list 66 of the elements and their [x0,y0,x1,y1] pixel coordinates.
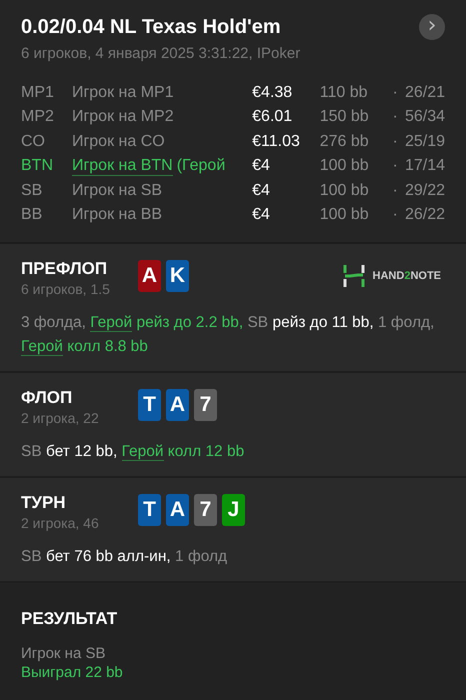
separator-dot: · [391,132,399,151]
player-stats: 26/22 [404,206,445,224]
player-link[interactable]: Игрок на BTN [72,156,173,176]
street-info: 2 игрока, 46 [21,515,100,531]
player-position: CO [21,132,46,151]
player-stats: 26/21 [404,84,445,102]
player-stack: €6.01 [252,108,294,126]
card: T [138,389,161,421]
hero-link[interactable]: Герой [21,338,63,356]
player-stats: 17/14 [404,157,445,176]
player-position: BB [21,206,44,224]
player-bb: 100 bb [320,157,370,176]
card: 7 [194,494,217,526]
player-position: MP2 [21,108,55,126]
card: A [166,494,189,526]
street-title: ПРЕФЛОП [21,259,108,279]
action-text: SB бет 76 bb алл-ин, 1 фолд [21,547,228,567]
street-title: ФЛОП [21,388,74,408]
logo-icon [342,264,365,288]
player-name: Игрок на SB [72,182,162,200]
hero-link[interactable]: Герой [90,314,132,332]
card: K [166,260,189,292]
hero-tag: (Герой [176,156,226,176]
hero-link[interactable]: Герой [122,443,164,461]
player-stats: 29/22 [404,182,445,200]
player-bb: 100 bb [320,182,370,200]
player-bb: 276 bb [320,132,370,151]
card: 7 [194,389,217,421]
player-name: Игрок на MP1 [72,84,174,102]
separator-dot: · [391,84,399,102]
result-title: РЕЗУЛЬТАТ [21,609,118,629]
player-stack: €4 [252,157,271,176]
player-name: Игрок на BB [72,206,162,224]
player-stats: 25/19 [404,132,445,151]
action-text: 3 фолда, Герой рейз до 2.2 bb, SB рейз до 11 bb, 1 фолд, Герой колл 8.8 bb [21,313,436,358]
card: J [222,494,245,526]
separator-dot: · [391,157,399,176]
hand-subtitle: 6 игроков, 4 января 2025 3:31:22, IPoker [21,45,302,62]
player-name: Игрок на CO [72,132,165,151]
player-name: Игрок на MP2 [72,108,174,126]
street-info: 2 игрока, 22 [21,410,100,426]
separator-dot: · [391,206,399,224]
separator-dot: · [391,182,399,200]
player-stack: €4.38 [252,84,294,102]
separator-dot: · [391,108,399,126]
street-info: 6 игроков, 1.5 [21,281,111,297]
logo-text: HAND2NOTE [372,270,441,282]
player-stack: €11.03 [252,132,301,151]
result-outcome: Выиграл 22 bb [21,664,124,681]
player-bb: 110 bb [320,84,368,102]
action-text: SB бет 12 bb, Герой колл 12 bb [21,442,246,463]
card: A [138,260,161,292]
player-stack: €4 [252,182,271,200]
card: T [138,494,161,526]
card: A [166,389,189,421]
street-title: ТУРН [21,493,67,513]
player-stats: 56/34 [404,108,445,126]
player-bb: 100 bb [320,206,370,224]
player-position: BTN [21,157,54,176]
player-bb: 150 bb [320,108,370,126]
player-stack: €4 [252,206,271,224]
player-position: MP1 [21,84,55,102]
result-player: Игрок на SB [21,645,106,662]
next-button[interactable]: › [419,14,445,40]
hand-title: 0.02/0.04 NL Texas Hold'em [21,16,281,38]
player-position: SB [21,182,44,200]
